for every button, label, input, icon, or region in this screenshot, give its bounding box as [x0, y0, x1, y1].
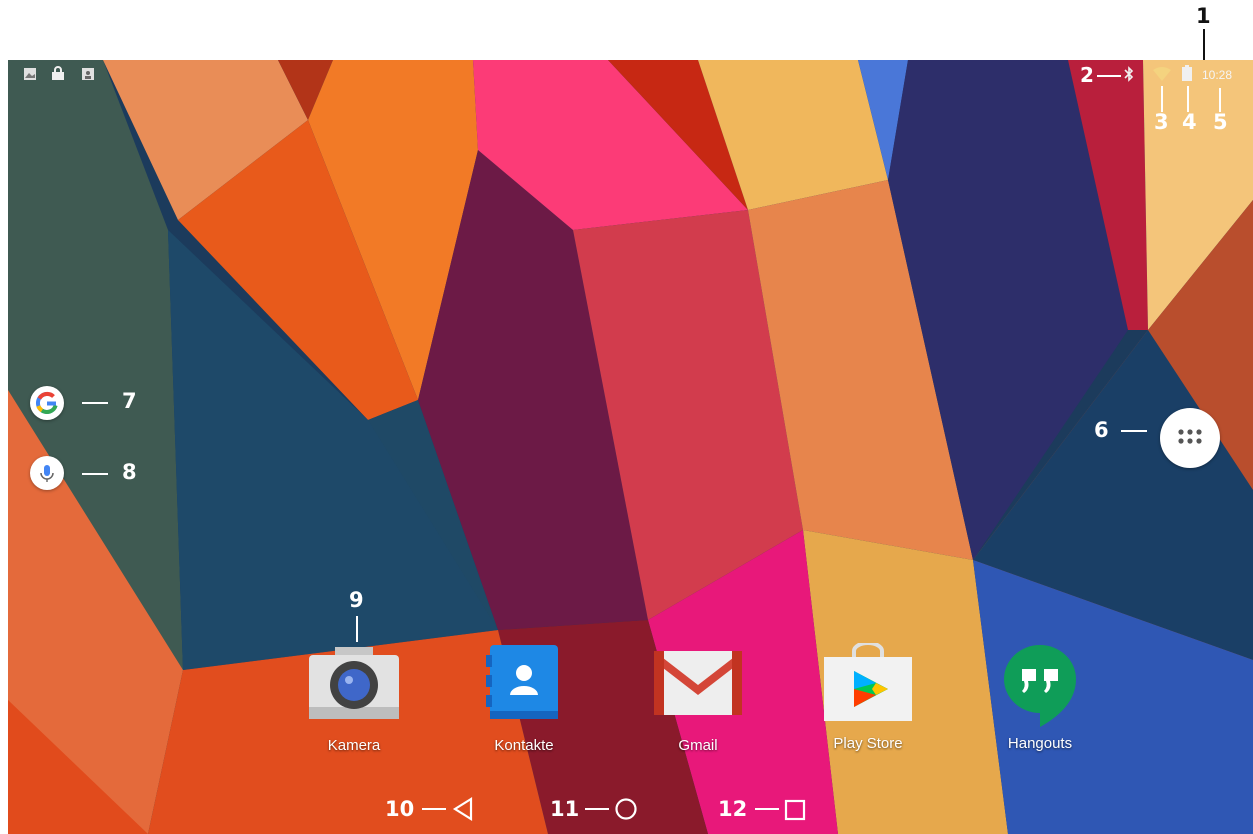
app-kontakte[interactable]: Kontakte [464, 645, 584, 763]
portrait-icon [82, 68, 94, 80]
callout-1-line [1203, 29, 1205, 63]
app-label: Kontakte [494, 737, 554, 754]
callout-3-line [1161, 86, 1163, 112]
callout-4-line [1187, 86, 1189, 112]
gmail-icon [654, 651, 742, 715]
app-drawer-icon [1178, 429, 1202, 444]
callout-5-line [1219, 88, 1221, 112]
callout-9: 9 [349, 588, 364, 612]
bluetooth-icon [1124, 66, 1134, 82]
battery-icon [1182, 65, 1192, 81]
callout-6: 6 [1094, 418, 1109, 442]
camera-icon [309, 647, 399, 719]
callout-6-line [1121, 430, 1147, 432]
google-search-button[interactable] [30, 386, 64, 420]
wifi-icon [1153, 67, 1171, 81]
contacts-icon [486, 645, 558, 719]
callout-12: 12 [718, 797, 748, 821]
voice-search-button[interactable] [30, 456, 64, 490]
callout-4: 4 [1182, 110, 1197, 134]
recents-icon[interactable] [784, 799, 806, 821]
play-store-icon [824, 643, 912, 721]
app-kamera[interactable]: Kamera [294, 645, 414, 763]
google-g-icon [35, 391, 58, 414]
back-icon[interactable] [452, 797, 474, 821]
lock-icon [52, 66, 64, 80]
callout-8: 8 [122, 460, 137, 484]
callout-2-line [1097, 75, 1121, 77]
status-time: 10:28 [1202, 68, 1233, 82]
app-hangouts[interactable]: Hangouts [980, 643, 1100, 763]
callout-7-line [82, 402, 108, 404]
callout-5: 5 [1213, 110, 1228, 134]
callout-11: 11 [550, 797, 580, 821]
app-label: Play Store [833, 735, 903, 752]
app-label: Kamera [327, 737, 381, 754]
hangouts-icon [1004, 645, 1076, 727]
callout-10: 10 [385, 797, 415, 821]
app-label: Hangouts [1007, 735, 1073, 752]
android-home-screen: 2 3 4 10:28 5 7 8 6 9 Kamera Kontakte Gm… [8, 60, 1253, 834]
callout-11-line [585, 808, 609, 810]
callout-9-line [356, 616, 358, 642]
app-label: Gmail [678, 737, 718, 754]
callout-12-line [755, 808, 779, 810]
microphone-icon [40, 465, 54, 482]
app-play-store[interactable]: Play Store [808, 643, 928, 763]
callout-3: 3 [1154, 110, 1169, 134]
callout-1: 1 [1196, 4, 1211, 28]
home-icon[interactable] [614, 797, 638, 821]
app-drawer-button[interactable] [1160, 408, 1220, 468]
callout-7: 7 [122, 389, 137, 413]
image-icon [24, 68, 36, 80]
callout-8-line [82, 473, 108, 475]
callout-10-line [422, 808, 446, 810]
app-gmail[interactable]: Gmail [638, 645, 758, 763]
callout-2: 2 [1080, 63, 1094, 87]
